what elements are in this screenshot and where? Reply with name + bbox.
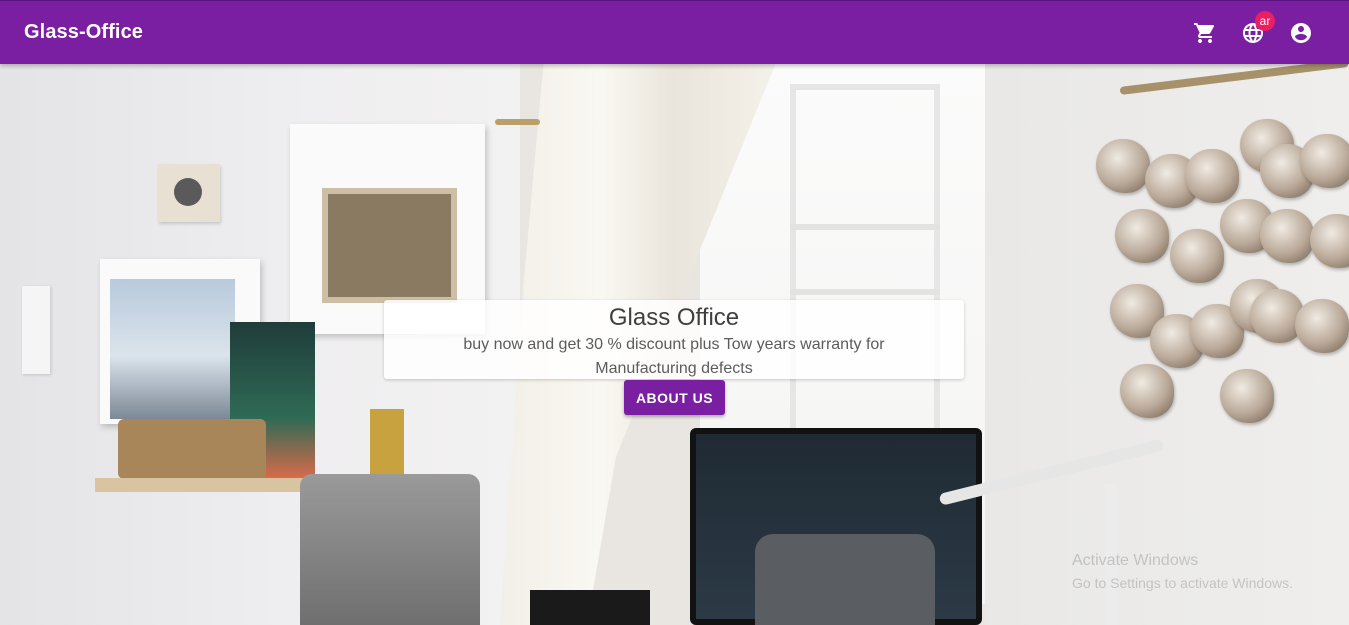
window-bar xyxy=(790,289,940,295)
language-button[interactable]: ar xyxy=(1237,11,1275,49)
cart-button[interactable] xyxy=(1189,17,1221,49)
hero-subtitle: buy now and get 30 % discount plus Tow y… xyxy=(463,336,885,377)
language-badge: ar xyxy=(1255,11,1275,31)
office-chair-back xyxy=(755,534,935,625)
laptop xyxy=(530,590,650,625)
account-circle-icon xyxy=(1291,23,1311,43)
hero-title: Glass Office xyxy=(608,304,740,331)
shell xyxy=(1170,229,1224,283)
wall-strip xyxy=(22,286,50,374)
shell xyxy=(1295,299,1349,353)
office-chair xyxy=(300,474,480,625)
window-bar xyxy=(790,224,940,230)
hero-card: Glass Office buy now and get 30 % discou… xyxy=(384,300,964,379)
shell xyxy=(1260,209,1314,263)
wall-sketch xyxy=(158,164,220,222)
curtain-rod xyxy=(495,119,540,125)
account-button[interactable] xyxy=(1285,17,1317,49)
brand-title[interactable]: Glass-Office xyxy=(24,21,143,44)
shell-wall-art xyxy=(1090,119,1349,449)
shell xyxy=(1115,209,1169,263)
pencil-cup xyxy=(370,409,404,479)
basket xyxy=(118,419,266,479)
framed-photo xyxy=(110,279,235,419)
about-us-button[interactable]: ABOUT US xyxy=(624,380,725,415)
shopping-cart-icon xyxy=(1194,23,1215,43)
watermark-subtitle: Go to Settings to activate Windows. xyxy=(1072,575,1293,591)
shell xyxy=(1310,214,1349,268)
app-bar: Glass-Office ar xyxy=(0,0,1349,64)
shell xyxy=(1185,149,1239,203)
watermark-title: Activate Windows xyxy=(1072,552,1199,569)
framed-art xyxy=(322,188,457,303)
shell xyxy=(1120,364,1174,418)
shell xyxy=(1220,369,1274,423)
shell xyxy=(1096,139,1150,193)
activate-windows-watermark: Activate Windows Go to Settings to activ… xyxy=(1072,550,1293,594)
